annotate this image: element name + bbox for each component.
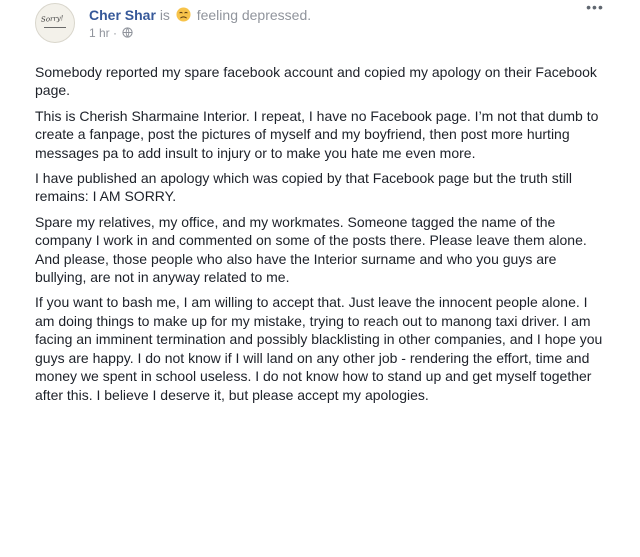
sad-face-emoji-icon — [176, 7, 191, 22]
meta-separator: · — [113, 26, 118, 40]
post-header: Sorry! Cher Shar is feeling depressed. 1… — [32, 0, 606, 56]
post-body: Somebody reported my spare facebook acco… — [35, 63, 605, 411]
feeling-text: feeling depressed. — [196, 7, 312, 23]
timestamp[interactable]: 1 hr — [89, 26, 110, 40]
avatar[interactable]: Sorry! — [35, 3, 75, 43]
more-options-icon[interactable]: ••• — [584, 0, 606, 18]
post-paragraph: Spare my relatives, my office, and my wo… — [35, 213, 587, 286]
globe-icon[interactable] — [122, 27, 134, 38]
facebook-post: Sorry! Cher Shar is feeling depressed. 1… — [0, 0, 640, 557]
post-paragraph: I have published an apology which was co… — [35, 170, 573, 205]
author-name[interactable]: Cher Shar — [89, 7, 156, 23]
author-line: Cher Shar is feeling depressed. — [89, 6, 311, 24]
post-meta: 1 hr · — [89, 26, 134, 40]
post-paragraph: This is Cherish Sharmaine Interior. I re… — [35, 107, 599, 161]
post-paragraph: Somebody reported my spare facebook acco… — [35, 64, 597, 99]
post-paragraph: If you want to bash me, I am willing to … — [35, 294, 603, 403]
avatar-underline — [44, 27, 66, 28]
avatar-sorry-text: Sorry! — [40, 14, 64, 24]
is-word: is — [159, 7, 170, 23]
